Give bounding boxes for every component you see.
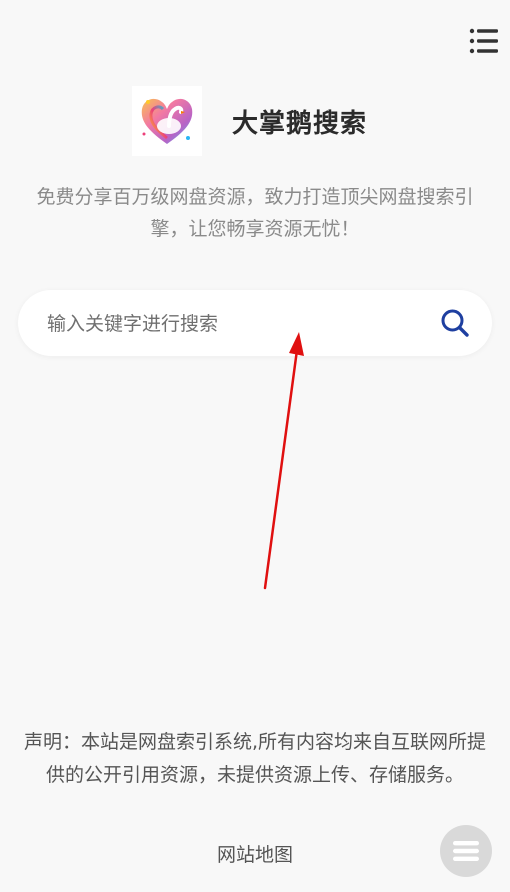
floating-menu-button[interactable]: [440, 825, 492, 877]
tagline: 免费分享百万级网盘资源，致力打造顶尖网盘搜索引擎，让您畅享资源无忧！: [36, 186, 474, 240]
brand[interactable]: 大掌鹅搜索: [132, 86, 367, 156]
menu-lines-icon: [453, 841, 479, 861]
hamburger-menu-icon[interactable]: [469, 28, 499, 54]
page: 大掌鹅搜索 免费分享百万级网盘资源，致力打造顶尖网盘搜索引擎，让您畅享资源无忧！…: [0, 0, 510, 892]
search-input[interactable]: [45, 290, 429, 358]
brand-title: 大掌鹅搜索: [232, 108, 368, 139]
search-box: [18, 290, 492, 358]
search-icon[interactable]: [440, 308, 470, 338]
disclaimer-text: 声明：本站是网盘索引系统,所有内容均来自互联网所提供的公开引用资源，未提供资源上…: [23, 731, 487, 786]
sitemap-link[interactable]: 网站地图: [0, 840, 510, 867]
swan-heart-logo-icon: [132, 86, 202, 156]
